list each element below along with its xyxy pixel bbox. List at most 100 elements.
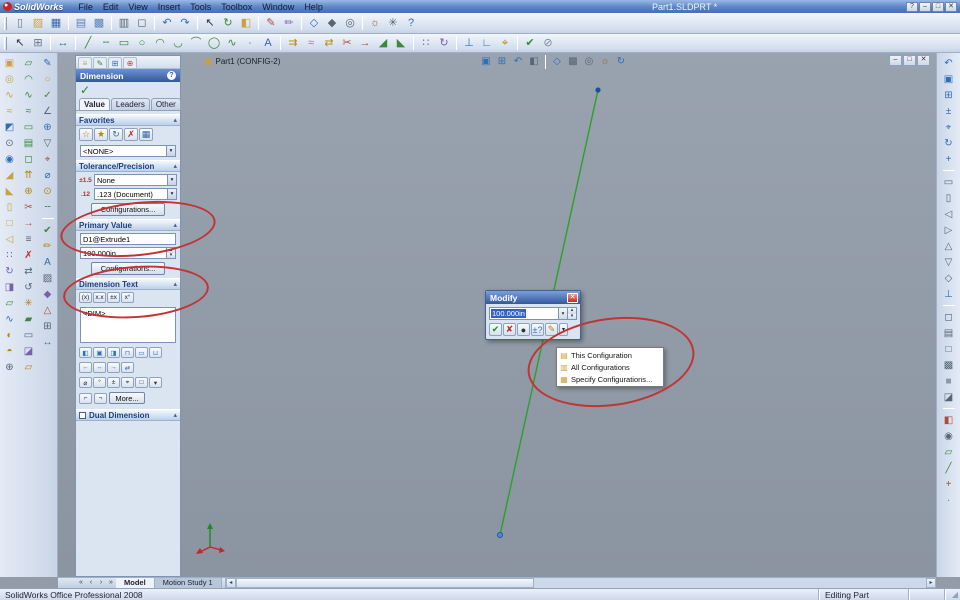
icon-combine[interactable]: ⊕: [2, 359, 18, 375]
icon-make-assembly-from-part[interactable]: ▩: [90, 15, 108, 32]
icon-surface-finish[interactable]: ✓: [40, 87, 56, 103]
icon-top-justify[interactable]: ⊓: [121, 347, 134, 358]
icon-line[interactable]: ╱: [79, 35, 97, 52]
icon-blocks[interactable]: ◆: [40, 286, 56, 302]
icon-scroll-tabs-end[interactable]: »: [106, 578, 116, 588]
icon-print[interactable]: ▥: [115, 15, 133, 32]
menu-insert[interactable]: Insert: [153, 2, 186, 12]
icon-edit-color[interactable]: ◧: [237, 15, 255, 32]
icon-hide-show-items[interactable]: ◎: [341, 15, 359, 32]
close-icon[interactable]: ✕: [567, 292, 578, 303]
icon-trim-surface[interactable]: ✂: [21, 199, 37, 215]
icon-top-view[interactable]: △: [941, 238, 957, 254]
icon-sketch[interactable]: ✎: [262, 15, 280, 32]
icon-filled-surface[interactable]: ▤: [21, 135, 37, 151]
icon-format-painter[interactable]: ✏: [40, 238, 56, 254]
icon-chamfer[interactable]: ◣: [2, 183, 18, 199]
icon-center-mark[interactable]: ⊙: [40, 183, 56, 199]
icon-add-relation[interactable]: ⊥: [460, 35, 478, 52]
tab-value[interactable]: Value: [79, 98, 110, 110]
icon-lofted-boss[interactable]: ≈: [2, 103, 18, 119]
icon-centerline[interactable]: ╌: [97, 35, 115, 52]
chevron-down-icon[interactable]: ▾: [167, 189, 176, 199]
icon-area-hatch[interactable]: ▨: [40, 270, 56, 286]
icon-print-preview[interactable]: ◻: [133, 15, 151, 32]
modify-button-ok[interactable]: ✔: [489, 323, 502, 336]
icon-make-drawing-from-part[interactable]: ▤: [72, 15, 90, 32]
icon-zoom-to-selection[interactable]: ⌖: [941, 119, 957, 135]
icon-new[interactable]: ▯: [11, 15, 29, 32]
precision-select[interactable]: .123 (Document) ▾: [94, 188, 177, 200]
tab-motion-study-1[interactable]: Motion Study 1: [154, 578, 222, 588]
dimension-name-field[interactable]: D1@Extrude1: [80, 233, 176, 245]
icon-linear-sketch-pattern[interactable]: ∷: [417, 35, 435, 52]
icon-smart-dimension[interactable]: ↔: [54, 35, 72, 52]
icon-thicken[interactable]: ≡: [21, 231, 37, 247]
scroll-right-icon[interactable]: ▸: [926, 578, 936, 588]
icon-isometric-view[interactable]: ◇: [941, 270, 957, 286]
icon-convert-entities[interactable]: ⇉: [284, 35, 302, 52]
toolbar-grip[interactable]: [4, 16, 7, 30]
icon-back-view[interactable]: ▯: [941, 190, 957, 206]
help-icon[interactable]: ?: [167, 71, 176, 80]
chevron-down-icon[interactable]: ▾: [167, 175, 176, 185]
menu-toolbox[interactable]: Toolbox: [216, 2, 257, 12]
icon-add-favorite[interactable]: ★: [94, 128, 108, 141]
icon-rotate-view[interactable]: ↻: [941, 135, 957, 151]
chevron-up-icon[interactable]: ▴: [173, 411, 177, 419]
icon-view-orientation[interactable]: ◇: [549, 54, 565, 69]
icon-dimxpertmanager-tab[interactable]: ⊕: [123, 57, 137, 68]
icon-section-view[interactable]: ◧: [526, 54, 542, 69]
icon-view-settings[interactable]: ☼: [597, 54, 613, 69]
icon-boundary-surface[interactable]: ▭: [21, 119, 37, 135]
icon-parting-surface[interactable]: ◪: [21, 343, 37, 359]
icon-reference-geometry[interactable]: ▱: [2, 295, 18, 311]
icon-rectangle[interactable]: ▭: [115, 35, 133, 52]
icon-zoom-in-out[interactable]: ±: [941, 103, 957, 119]
more-button[interactable]: More...: [109, 392, 145, 404]
icon-offset-text[interactable]: ⌐: [79, 392, 92, 404]
icon-rib[interactable]: ▯: [2, 199, 18, 215]
favorites-header[interactable]: Favorites ▴: [76, 114, 180, 126]
menu-item-this-configuration[interactable]: ▤ This Configuration: [557, 349, 663, 361]
icon-extend-entities[interactable]: →: [356, 35, 374, 52]
icon-tangent-arc[interactable]: ◡: [169, 35, 187, 52]
icon-shell[interactable]: □: [2, 215, 18, 231]
icon-text-note[interactable]: A: [40, 254, 56, 270]
chevron-up-icon[interactable]: ▴: [173, 221, 177, 229]
ok-check-icon[interactable]: ✓: [80, 83, 90, 97]
icon-angle-text[interactable]: x°: [121, 292, 134, 303]
icon-normal-to[interactable]: ⊥: [941, 286, 957, 302]
icon-fillet[interactable]: ◢: [2, 167, 18, 183]
icon-centerline-symbol[interactable]: ⌖: [121, 377, 134, 388]
window-button-minimize[interactable]: –: [919, 1, 931, 12]
icon-bottom-justify[interactable]: ⊔: [149, 347, 162, 358]
icon-zoom-to-fit[interactable]: ▣: [941, 71, 957, 87]
icon-radiate-surface[interactable]: ✳: [21, 295, 37, 311]
icon-datum-target[interactable]: ⌖: [40, 151, 56, 167]
icon-offset-surface[interactable]: ⇈: [21, 167, 37, 183]
chevron-up-icon[interactable]: ▴: [173, 116, 177, 124]
icon-revolved-cut[interactable]: ◉: [2, 151, 18, 167]
modify-button-cancel[interactable]: ✘: [503, 323, 516, 336]
icon-sketch-text[interactable]: A: [259, 35, 277, 52]
icon-options[interactable]: ✳: [384, 15, 402, 32]
icon-rebuild[interactable]: ↻: [219, 15, 237, 32]
icon-hole-callout[interactable]: ⌀: [40, 167, 56, 183]
icon-section-view[interactable]: ◧: [941, 412, 957, 428]
icon-spline[interactable]: ∿: [223, 35, 241, 52]
value-spinner[interactable]: ▴ ▾: [568, 307, 577, 320]
icon-shaded-with-edges[interactable]: ▩: [941, 357, 957, 373]
window-button-close[interactable]: ✕: [945, 1, 957, 12]
icon-propertymanager-tab[interactable]: ✎: [93, 57, 107, 68]
icon-dual-dimension-inline[interactable]: x.x: [93, 292, 106, 303]
icon-linear-pattern[interactable]: ∷: [2, 247, 18, 263]
window-button-restore-document[interactable]: □: [903, 55, 916, 66]
chevron-down-icon[interactable]: ▾: [166, 146, 175, 156]
icon-extruded-surface[interactable]: ▱: [21, 55, 37, 71]
icon-hidden-lines-visible[interactable]: ▤: [941, 325, 957, 341]
icon-display-style[interactable]: ▩: [565, 54, 581, 69]
icon-curves[interactable]: ∿: [2, 311, 18, 327]
toolbar-grip[interactable]: [4, 36, 7, 50]
icon-extruded-cut[interactable]: ◩: [2, 119, 18, 135]
